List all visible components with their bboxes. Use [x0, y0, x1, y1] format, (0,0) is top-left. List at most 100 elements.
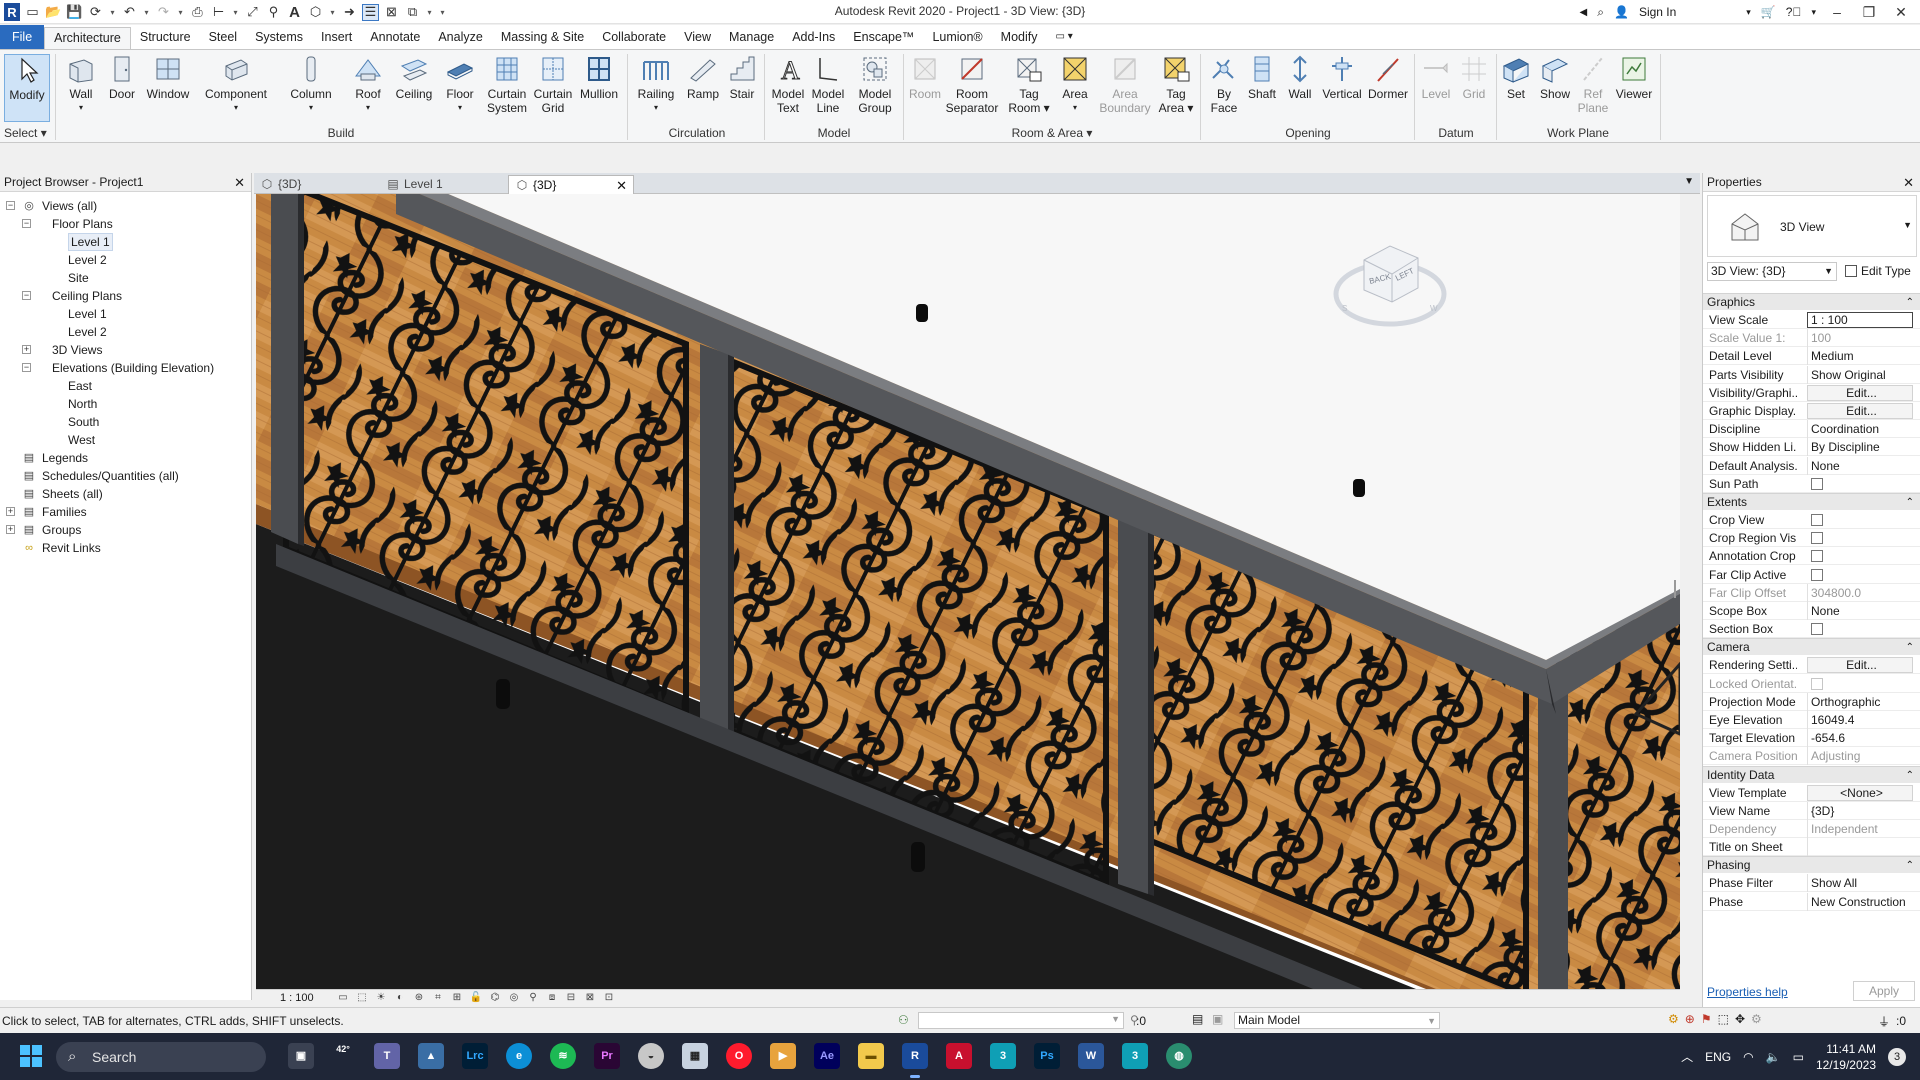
browser-node[interactable]: Schedules/Quantities (all) — [42, 467, 179, 485]
dormer-button[interactable]: Dormer — [1366, 54, 1410, 101]
measure-icon[interactable]: ⊢ — [210, 4, 227, 21]
property-value[interactable]: {3D} — [1807, 801, 1913, 820]
browser-node[interactable]: Site — [68, 269, 89, 287]
browser-node[interactable]: Level 1 — [68, 233, 113, 251]
open-icon[interactable]: 📂 — [45, 4, 62, 21]
collapse-icon[interactable]: − — [22, 291, 31, 300]
wall-button[interactable]: Wall ▾ — [62, 54, 100, 115]
crop-view-icon[interactable]: ⌗ — [431, 991, 445, 1005]
after-effects-icon[interactable]: Ae — [814, 1043, 840, 1069]
vertical-button[interactable]: Vertical — [1318, 54, 1366, 101]
tab-dropdown-icon[interactable]: ▼ — [1684, 176, 1694, 187]
expand-icon[interactable]: + — [6, 507, 15, 516]
viewer-button[interactable]: Viewer — [1612, 54, 1656, 101]
3d-viewport[interactable]: BACK LEFT S W — [256, 194, 1680, 989]
browser-node[interactable]: Legends — [42, 449, 88, 467]
redo-icon[interactable]: ↷ — [155, 4, 172, 21]
cart-icon[interactable]: 🛒 — [1761, 5, 1776, 19]
sync-icon[interactable]: ⟳ — [87, 4, 104, 21]
disk-utility-icon[interactable]: ◒ — [638, 1043, 664, 1069]
close-button[interactable]: ✕ — [1890, 4, 1912, 21]
tab-collaborate[interactable]: Collaborate — [593, 27, 675, 49]
tab-manage[interactable]: Manage — [720, 27, 783, 49]
collapse-icon[interactable]: − — [22, 363, 31, 372]
unlocked-view-icon[interactable]: 🔓 — [469, 991, 483, 1005]
browser-node[interactable]: 3D Views — [52, 341, 102, 359]
taskbar-search[interactable]: ⌕ Search — [56, 1042, 266, 1072]
browser-node[interactable]: North — [68, 395, 97, 413]
model-line-button[interactable]: Model Line — [808, 54, 848, 115]
sign-in-link[interactable]: Sign In — [1639, 5, 1676, 19]
collapse-icon[interactable]: ⌃ — [1906, 857, 1914, 874]
browser-node[interactable]: Level 2 — [68, 251, 107, 269]
collapse-icon[interactable]: − — [6, 201, 15, 210]
wall-opening-button[interactable]: Wall — [1284, 54, 1316, 101]
tab-modify[interactable]: Modify — [992, 27, 1047, 49]
tab-add-ins[interactable]: Add-Ins — [783, 27, 844, 49]
curtain-grid-button[interactable]: Curtain Grid — [532, 54, 574, 115]
tab-analyze[interactable]: Analyze — [429, 27, 491, 49]
aligned-dimension-icon[interactable]: ⤢ — [244, 4, 261, 21]
expand-icon[interactable]: + — [6, 525, 15, 534]
property-value[interactable] — [1807, 838, 1913, 857]
detail-level-icon[interactable]: ▭ — [336, 991, 350, 1005]
by-face-button[interactable]: By Face — [1204, 54, 1244, 115]
select-group-label[interactable]: Select ▾ — [4, 126, 52, 140]
tab-file[interactable]: File — [0, 25, 45, 49]
photos-icon[interactable]: ▲ — [418, 1043, 444, 1069]
property-value[interactable]: 16049.4 — [1807, 711, 1913, 729]
browser-node[interactable]: Families — [42, 503, 87, 521]
curtain-system-button[interactable]: Curtain System — [484, 54, 530, 115]
drag-elements-icon[interactable]: ✥ — [1735, 1012, 1745, 1026]
close-tab-icon[interactable]: ✕ — [616, 176, 627, 195]
tab-annotate[interactable]: Annotate — [361, 27, 429, 49]
property-value[interactable]: None — [1807, 602, 1913, 620]
tab-lumion[interactable]: Lumion® — [923, 27, 991, 49]
switch-windows-icon[interactable]: ⧉ — [404, 4, 421, 21]
property-value[interactable]: Show Original — [1807, 365, 1913, 384]
reveal-hidden-icon[interactable]: ◎ — [507, 991, 521, 1005]
lightroom-icon[interactable]: Lrc — [462, 1043, 488, 1069]
property-checkbox[interactable] — [1811, 532, 1823, 545]
task-view-icon[interactable]: ▣ — [288, 1043, 314, 1069]
crop-region-icon[interactable]: ⊞ — [450, 991, 464, 1005]
browser-node[interactable]: Ceiling Plans — [52, 287, 122, 305]
view-tab-level-1[interactable]: ▤ Level 1 — [380, 175, 504, 194]
tab-steel[interactable]: Steel — [200, 27, 247, 49]
file-explorer-icon[interactable]: ▬ — [858, 1043, 884, 1069]
show-analytical-model-icon[interactable]: ⊟ — [564, 991, 578, 1005]
tab-structure[interactable]: Structure — [131, 27, 200, 49]
property-group-header[interactable]: Camera ⌃ — [1703, 638, 1920, 656]
view-tab-3d-active[interactable]: ⬡ {3D} ✕ — [508, 175, 634, 194]
view-tab-3d[interactable]: ⬡ {3D} — [254, 175, 378, 194]
property-value[interactable]: Orthographic — [1807, 692, 1913, 711]
language-indicator[interactable]: ENG — [1705, 1050, 1731, 1064]
battery-icon[interactable]: ▭ — [1793, 1050, 1804, 1064]
dropdown-arrow-icon[interactable]: ▾ — [176, 4, 185, 21]
tab-systems[interactable]: Systems — [246, 27, 312, 49]
visual-style-icon[interactable]: ⬚ — [355, 991, 369, 1005]
floor-button[interactable]: Floor ▾ — [442, 54, 478, 115]
save-icon[interactable]: 💾 — [66, 4, 83, 21]
volume-icon[interactable]: 🔈 — [1766, 1050, 1781, 1064]
ramp-button[interactable]: Ramp — [684, 54, 722, 101]
browser-node[interactable]: Sheets (all) — [42, 485, 103, 503]
tab-view[interactable]: View — [675, 27, 720, 49]
ribbon-display-toggle[interactable]: ▭ ▾ — [1046, 27, 1081, 49]
room-separator-button[interactable]: Room Separator — [942, 54, 1002, 115]
show-work-plane-button[interactable]: Show — [1536, 54, 1574, 101]
set-work-plane-button[interactable]: Set — [1500, 54, 1532, 101]
dropdown-arrow-icon[interactable]: ▾ — [328, 4, 337, 21]
opera-icon[interactable]: O — [726, 1043, 752, 1069]
sun-path-icon[interactable]: ☀ — [374, 991, 388, 1005]
column-button[interactable]: Column ▾ — [286, 54, 336, 115]
browser-node[interactable]: Views (all) — [42, 197, 97, 215]
photoshop-icon[interactable]: Ps — [1034, 1043, 1060, 1069]
property-value[interactable]: Show All — [1807, 874, 1913, 893]
vertical-scroll-indicator[interactable] — [1674, 580, 1676, 598]
property-group-header[interactable]: Graphics ⌃ — [1703, 293, 1920, 310]
dropdown-arrow-icon[interactable]: ▾ — [425, 4, 434, 21]
select-underlay-icon[interactable]: ⊕ — [1685, 1012, 1695, 1026]
chevron-down-icon[interactable]: ▼ — [1903, 220, 1912, 230]
property-value[interactable]: 1 : 100 — [1807, 312, 1913, 328]
